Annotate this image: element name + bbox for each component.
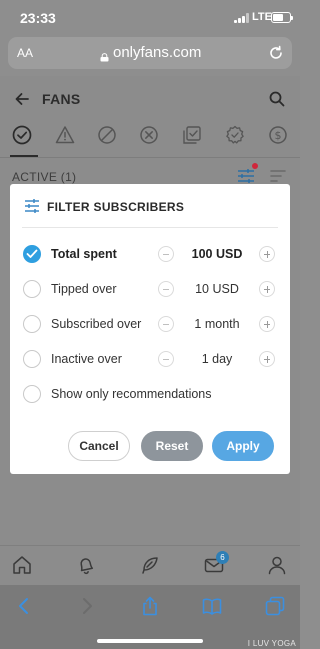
check-circle-icon[interactable] bbox=[11, 124, 33, 146]
inactive-over-value: 1 day bbox=[201, 352, 233, 366]
profile-icon[interactable] bbox=[266, 554, 288, 576]
active-count-label: ACTIVE (1) bbox=[12, 170, 77, 184]
modal-divider bbox=[22, 227, 278, 228]
filter-tabs: $ bbox=[0, 120, 300, 158]
cancel-button[interactable]: Cancel bbox=[68, 431, 130, 461]
option-subscribed-over[interactable]: Subscribed over 1 month bbox=[10, 314, 290, 336]
signal-icon bbox=[234, 13, 250, 23]
inactive-over-checkbox[interactable] bbox=[23, 350, 41, 368]
option-total-spent[interactable]: Total spent 100 USD bbox=[10, 244, 290, 266]
battery-icon bbox=[271, 12, 293, 23]
subscribed-over-increment-button[interactable] bbox=[259, 316, 275, 332]
inactive-over-decrement-button[interactable] bbox=[158, 351, 174, 367]
subscribed-over-decrement-button[interactable] bbox=[158, 316, 174, 332]
search-icon[interactable] bbox=[268, 90, 286, 108]
option-tipped-over[interactable]: Tipped over 10 USD bbox=[10, 279, 290, 301]
home-indicator bbox=[97, 639, 203, 643]
filter-sliders-icon[interactable] bbox=[237, 168, 255, 184]
url-domain: onlyfans.com bbox=[113, 44, 202, 61]
warning-triangle-icon[interactable] bbox=[54, 124, 76, 146]
total-spent-checkbox[interactable] bbox=[23, 245, 41, 263]
tipped-over-label: Tipped over bbox=[51, 282, 117, 296]
app-header: FANS bbox=[0, 88, 300, 112]
watermark-text: I LUV YOGA bbox=[247, 639, 296, 648]
network-label: LTE bbox=[252, 11, 272, 23]
url-text[interactable]: onlyfans.com bbox=[100, 44, 202, 62]
browser-toolbar: I LUV YOGA bbox=[0, 585, 300, 649]
feather-icon[interactable] bbox=[139, 554, 161, 576]
recommendations-checkbox[interactable] bbox=[23, 385, 41, 403]
reset-button[interactable]: Reset bbox=[141, 431, 203, 461]
share-icon[interactable] bbox=[139, 595, 161, 617]
filter-sliders-icon bbox=[25, 199, 39, 213]
filter-active-dot bbox=[252, 163, 258, 169]
page-title: FANS bbox=[42, 91, 81, 107]
total-spent-increment-button[interactable] bbox=[259, 246, 275, 262]
app-bottom-nav: 6 bbox=[0, 545, 300, 585]
tipped-over-decrement-button[interactable] bbox=[158, 281, 174, 297]
reload-icon[interactable] bbox=[267, 44, 285, 62]
subscribed-over-checkbox[interactable] bbox=[23, 315, 41, 333]
inactive-over-increment-button[interactable] bbox=[259, 351, 275, 367]
browser-url-bar[interactable]: AA onlyfans.com bbox=[8, 37, 292, 69]
status-time: 23:33 bbox=[20, 10, 56, 26]
home-icon[interactable] bbox=[11, 554, 33, 576]
total-spent-label: Total spent bbox=[51, 247, 117, 261]
tipped-over-increment-button[interactable] bbox=[259, 281, 275, 297]
modal-title: FILTER SUBSCRIBERS bbox=[47, 200, 185, 214]
total-spent-decrement-button[interactable] bbox=[158, 246, 174, 262]
sort-icon[interactable] bbox=[270, 169, 286, 183]
browser-forward-icon[interactable] bbox=[76, 595, 98, 617]
bell-icon[interactable] bbox=[75, 554, 97, 576]
lock-icon bbox=[100, 53, 109, 62]
back-arrow-icon[interactable] bbox=[14, 91, 30, 107]
filter-subscribers-modal: FILTER SUBSCRIBERS Total spent 100 USD T… bbox=[10, 184, 290, 474]
gear-badge-icon[interactable] bbox=[224, 124, 246, 146]
status-bar: 23:33 LTE bbox=[0, 0, 300, 36]
text-size-button[interactable]: AA bbox=[17, 46, 33, 60]
bookmarks-icon[interactable] bbox=[201, 595, 223, 617]
x-circle-icon[interactable] bbox=[138, 124, 160, 146]
tipped-over-value: 10 USD bbox=[195, 282, 239, 296]
tabs-icon[interactable] bbox=[264, 595, 286, 617]
apply-button[interactable]: Apply bbox=[212, 431, 274, 461]
tipped-over-checkbox[interactable] bbox=[23, 280, 41, 298]
recommendations-label: Show only recommendations bbox=[51, 387, 212, 401]
checkmark-icon bbox=[26, 249, 38, 258]
option-inactive-over[interactable]: Inactive over 1 day bbox=[10, 349, 290, 371]
check-squares-icon[interactable] bbox=[181, 124, 203, 146]
dollar-circle-icon[interactable]: $ bbox=[267, 124, 289, 146]
total-spent-value: 100 USD bbox=[191, 247, 243, 261]
inactive-over-label: Inactive over bbox=[51, 352, 122, 366]
tabs-divider bbox=[0, 157, 300, 158]
option-recommendations[interactable]: Show only recommendations bbox=[10, 384, 290, 406]
blocked-circle-icon[interactable] bbox=[96, 124, 118, 146]
messages-badge: 6 bbox=[216, 551, 229, 564]
svg-text:$: $ bbox=[275, 129, 282, 142]
subscribed-over-value: 1 month bbox=[194, 317, 240, 331]
subscribed-over-label: Subscribed over bbox=[51, 317, 142, 331]
browser-back-icon[interactable] bbox=[13, 595, 35, 617]
